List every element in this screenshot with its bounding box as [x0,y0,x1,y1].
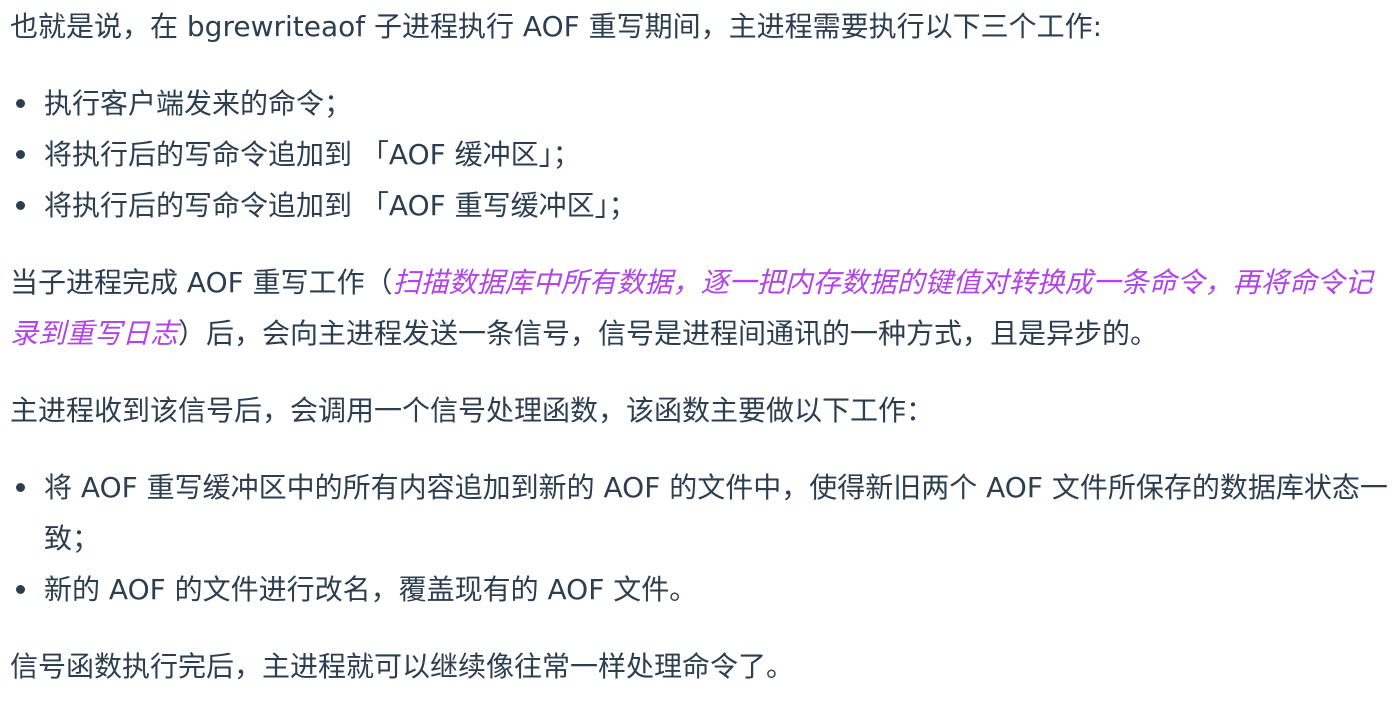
list-item: 将执行后的写命令追加到 「AOF 缓冲区」； [16,129,1388,180]
list-item: 将 AOF 重写缓冲区中的所有内容追加到新的 AOF 的文件中，使得新旧两个 A… [16,462,1388,564]
bullet-icon [16,150,25,159]
list-item: 执行客户端发来的命令； [16,78,1388,129]
bullet-icon [16,99,25,108]
bullet-icon [16,483,25,492]
list-item: 新的 AOF 的文件进行改名，覆盖现有的 AOF 文件。 [16,564,1388,615]
during-rewrite-list: 执行客户端发来的命令； 将执行后的写命令追加到 「AOF 缓冲区」； 将执行后的… [10,78,1388,231]
intro-paragraph: 也就是说，在 bgrewriteaof 子进程执行 AOF 重写期间，主进程需要… [10,10,1103,43]
document-content: 也就是说，在 bgrewriteaof 子进程执行 AOF 重写期间，主进程需要… [0,1,1388,692]
list-item: 将执行后的写命令追加到 「AOF 重写缓冲区」； [16,180,1388,231]
completion-paragraph: 当子进程完成 AOF 重写工作（扫描数据库中所有数据，逐一把内存数据的键值对转换… [10,266,1373,350]
signal-handler-list: 将 AOF 重写缓冲区中的所有内容追加到新的 AOF 的文件中，使得新旧两个 A… [10,462,1388,615]
conclusion-paragraph: 信号函数执行完后，主进程就可以继续像往常一样处理命令了。 [10,650,795,683]
bullet-icon [16,201,25,210]
bullet-icon [16,585,25,594]
signal-intro-paragraph: 主进程收到该信号后，会调用一个信号处理函数，该函数主要做以下工作： [10,394,935,427]
